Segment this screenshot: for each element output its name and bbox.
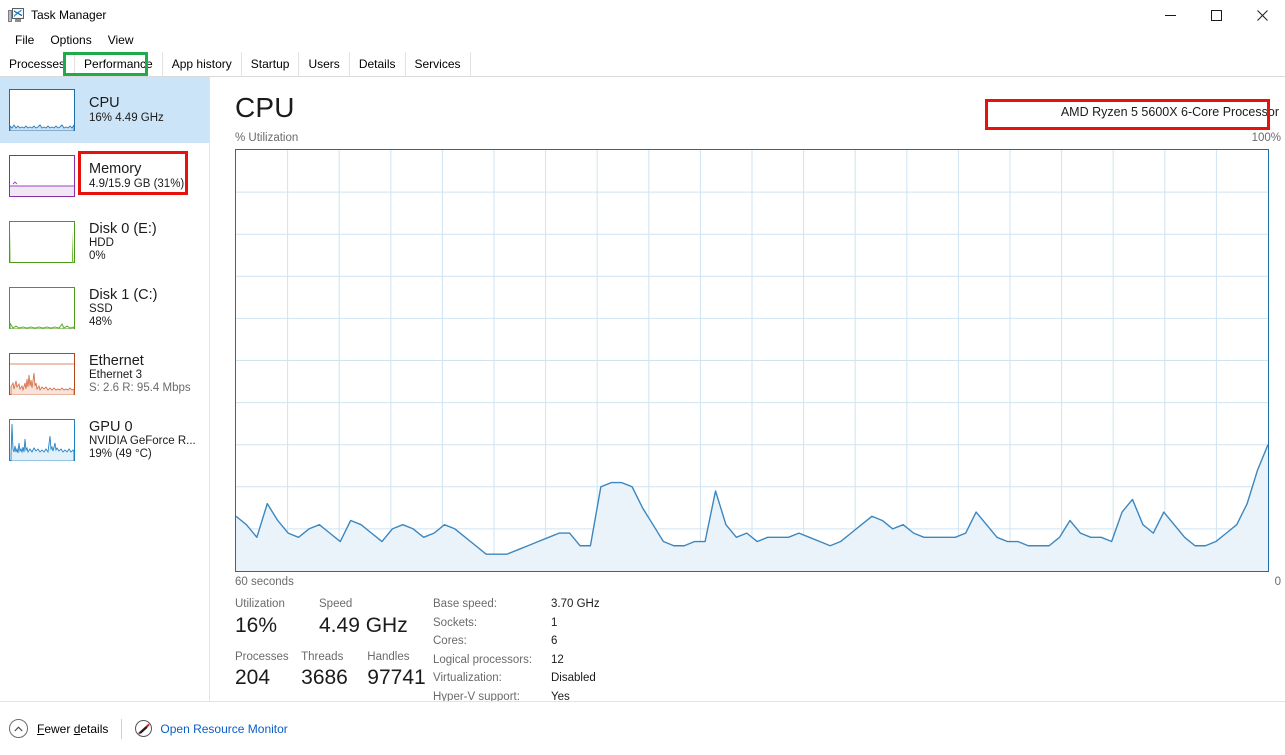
y-axis-label: % Utilization: [235, 133, 298, 145]
detail-key: Base speed:: [433, 599, 551, 611]
disk0-thumbnail-graph: [9, 221, 75, 263]
gpu0-thumbnail-graph: [9, 419, 75, 461]
detail-row-cores: Cores: 6: [433, 636, 600, 648]
sidebar-item-ethernet[interactable]: Ethernet Ethernet 3 S: 2.6 R: 95.4 Mbps: [0, 341, 209, 407]
tab-strip: Processes Performance App history Startu…: [0, 52, 1285, 77]
sidebar-item-memory[interactable]: Memory 4.9/15.9 GB (31%): [0, 143, 209, 209]
sidebar-item-gpu0-model: NVIDIA GeForce R...: [89, 435, 196, 448]
sidebar-item-disk0-usage: 0%: [89, 250, 157, 263]
task-manager-window: Task Manager File Options View Processes…: [0, 0, 1285, 755]
memory-thumbnail-graph: [9, 155, 75, 197]
processes-label: Processes: [235, 650, 301, 666]
detail-key: Virtualization:: [433, 673, 551, 685]
menu-bar: File Options View: [0, 30, 1285, 50]
sidebar-item-cpu[interactable]: CPU 16% 4.49 GHz: [0, 77, 209, 143]
detail-value: Disabled: [551, 673, 596, 685]
sidebar-item-disk0[interactable]: Disk 0 (E:) HDD 0%: [0, 209, 209, 275]
speed-value: 4.49 GHz: [319, 613, 403, 639]
detail-row-sockets: Sockets: 1: [433, 618, 600, 630]
detail-row-base-speed: Base speed: 3.70 GHz: [433, 599, 600, 611]
sidebar-item-gpu0-stats: 19% (49 °C): [89, 448, 196, 461]
cpu-thumbnail-graph: [9, 89, 75, 131]
detail-row-virtualization: Virtualization: Disabled: [433, 673, 600, 685]
page-title: CPU: [235, 94, 295, 122]
fewer-details-button[interactable]: Fewer details: [9, 719, 108, 738]
utilization-label: Utilization: [235, 597, 319, 613]
tab-app-history[interactable]: App history: [163, 52, 242, 76]
sidebar-item-ethernet-throughput: S: 2.6 R: 95.4 Mbps: [89, 382, 191, 395]
utilization-value: 16%: [235, 613, 319, 639]
handles-label: Handles: [367, 650, 435, 666]
sidebar-item-gpu0-label: GPU 0: [89, 419, 196, 435]
tab-processes[interactable]: Processes: [0, 52, 75, 76]
detail-row-logical-processors: Logical processors: 12: [433, 655, 600, 667]
sidebar-item-disk1-usage: 48%: [89, 316, 157, 329]
minimize-button[interactable]: [1147, 0, 1193, 30]
sidebar-item-cpu-stats: 16% 4.49 GHz: [89, 112, 164, 125]
y-axis-max-label: 100%: [1252, 133, 1281, 145]
detail-value: 3.70 GHz: [551, 599, 600, 611]
performance-detail-panel: CPU AMD Ryzen 5 5600X 6-Core Processor %…: [211, 77, 1285, 701]
detail-key: Sockets:: [433, 618, 551, 630]
task-manager-icon: [8, 7, 24, 23]
open-resource-monitor-label: Open Resource Monitor: [160, 722, 287, 736]
sidebar-item-disk1-type: SSD: [89, 303, 157, 316]
sidebar-item-gpu0[interactable]: GPU 0 NVIDIA GeForce R... 19% (49 °C): [0, 407, 209, 473]
cpu-utilization-graph: [235, 149, 1269, 572]
threads-value: 3686: [301, 665, 367, 691]
window-title: Task Manager: [31, 9, 106, 21]
threads-label: Threads: [301, 650, 367, 666]
cpu-chart-svg: [236, 150, 1268, 571]
detail-value: 12: [551, 655, 564, 667]
detail-key: Cores:: [433, 636, 551, 648]
footer-divider: [121, 719, 122, 739]
handles-value: 97741: [367, 665, 435, 691]
sidebar-item-ethernet-adapter: Ethernet 3: [89, 369, 191, 382]
speed-label: Speed: [319, 597, 403, 613]
disk1-thumbnail-graph: [9, 287, 75, 329]
menu-view[interactable]: View: [100, 32, 142, 48]
tab-performance[interactable]: Performance: [75, 52, 163, 76]
processes-value: 204: [235, 665, 301, 691]
status-bar: Fewer details Open Resource Monitor: [0, 701, 1285, 755]
resource-sidebar[interactable]: CPU 16% 4.49 GHz Memory 4.9/15.9 GB (31%…: [0, 77, 210, 701]
detail-value: 1: [551, 618, 557, 630]
close-button[interactable]: [1239, 0, 1285, 30]
menu-file[interactable]: File: [7, 32, 42, 48]
menu-options[interactable]: Options: [42, 32, 99, 48]
fewer-details-label: Fewer details: [37, 722, 108, 736]
detail-key: Logical processors:: [433, 655, 551, 667]
sidebar-item-memory-label: Memory: [89, 161, 184, 177]
open-resource-monitor-link[interactable]: Open Resource Monitor: [135, 720, 287, 737]
x-axis-end-label: 0: [1275, 577, 1281, 589]
cpu-model-name: AMD Ryzen 5 5600X 6-Core Processor: [1061, 106, 1279, 119]
sidebar-item-disk0-label: Disk 0 (E:): [89, 221, 157, 237]
window-controls: [1147, 0, 1285, 30]
tab-users[interactable]: Users: [299, 52, 349, 76]
chevron-up-icon: [9, 719, 28, 738]
sidebar-item-disk1-label: Disk 1 (C:): [89, 287, 157, 303]
maximize-button[interactable]: [1193, 0, 1239, 30]
sidebar-item-cpu-label: CPU: [89, 95, 164, 111]
sidebar-item-ethernet-label: Ethernet: [89, 353, 191, 369]
detail-value: 6: [551, 636, 557, 648]
tab-details[interactable]: Details: [350, 52, 406, 76]
sidebar-item-disk1[interactable]: Disk 1 (C:) SSD 48%: [0, 275, 209, 341]
sidebar-item-memory-stats: 4.9/15.9 GB (31%): [89, 178, 184, 191]
resource-monitor-icon: [135, 720, 152, 737]
x-axis-span-label: 60 seconds: [235, 577, 294, 589]
ethernet-thumbnail-graph: [9, 353, 75, 395]
tab-services[interactable]: Services: [406, 52, 471, 76]
title-bar: Task Manager: [0, 0, 1285, 30]
tab-startup[interactable]: Startup: [242, 52, 300, 76]
sidebar-item-disk0-type: HDD: [89, 237, 157, 250]
